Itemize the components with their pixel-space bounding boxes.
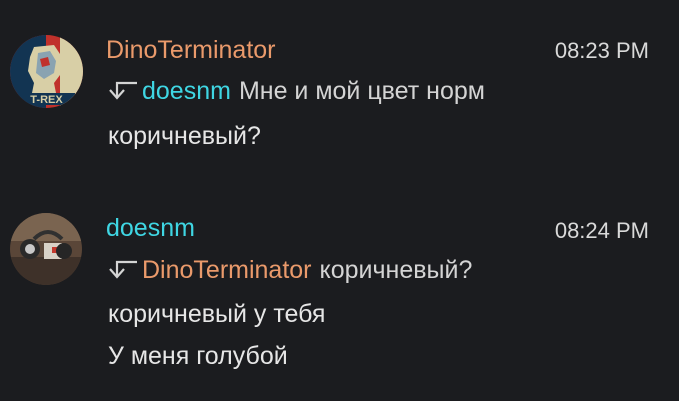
headphones-photo-avatar-icon xyxy=(10,213,82,285)
message-text: У меня голубой xyxy=(108,342,288,370)
timestamp: 08:24 PM xyxy=(554,218,649,243)
user-avatar[interactable] xyxy=(10,213,82,285)
message-text: коричневый у тебя xyxy=(108,300,326,328)
reply-preview[interactable]: doesnm Мне и мой цвет норм xyxy=(108,76,485,106)
reply-author[interactable]: doesnm xyxy=(142,77,231,105)
user-avatar[interactable]: T-REX xyxy=(10,35,83,108)
reply-text: Мне и мой цвет норм xyxy=(238,77,485,105)
reply-arrow-icon xyxy=(109,260,137,279)
reply-author[interactable]: DinoTerminator xyxy=(142,256,312,284)
reply-preview[interactable]: DinoTerminator коричневый? xyxy=(108,255,472,285)
avatar-badge: T-REX xyxy=(30,94,63,106)
timestamp: 08:23 PM xyxy=(554,38,649,63)
reply-text: коричневый? xyxy=(319,256,473,284)
trex-poster-avatar-icon: T-REX xyxy=(10,35,83,108)
message-text: коричневый? xyxy=(108,122,261,150)
author-name[interactable]: DinoTerminator xyxy=(106,35,276,65)
author-name[interactable]: doesnm xyxy=(106,213,195,243)
reply-arrow-icon xyxy=(109,81,137,100)
